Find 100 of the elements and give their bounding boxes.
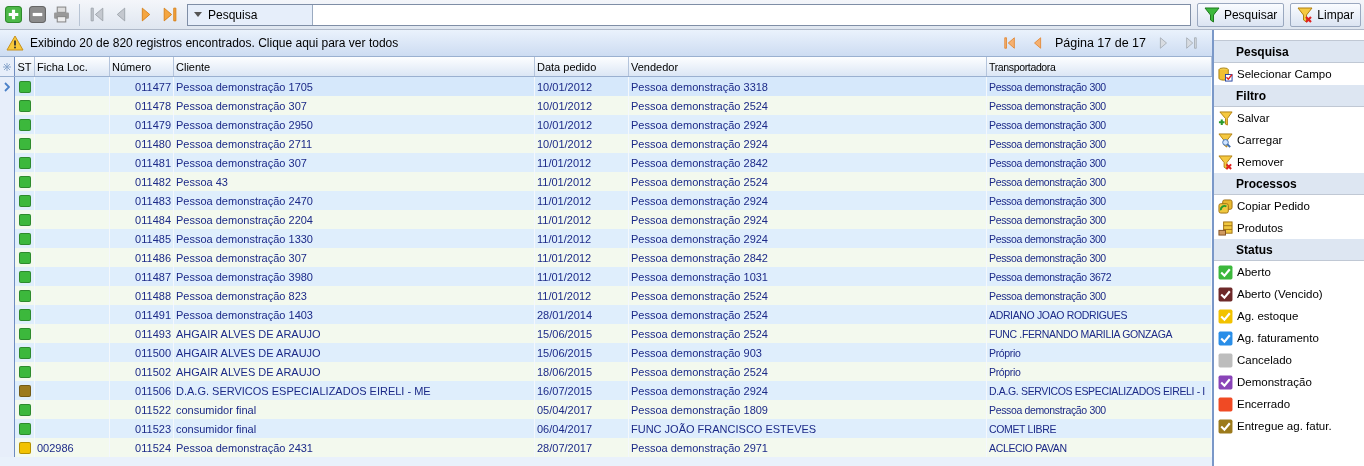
panel-item[interactable]: Cancelado (1214, 349, 1364, 371)
table-cell: Pessoa demonstração 3672 (989, 270, 1112, 283)
status-checkbox[interactable] (1218, 396, 1233, 412)
table-cell: D.A.G. SERVICOS ESPECIALIZADOS EIRELI - ME (176, 384, 431, 397)
table-cell: 011522 (135, 403, 171, 416)
table-cell: Próprio (989, 365, 1021, 378)
asterisk-icon (3, 62, 11, 71)
field-selector[interactable]: Pesquisa (188, 4, 313, 25)
status-checkbox[interactable] (1218, 330, 1233, 346)
panel-item[interactable]: Ag. estoque (1214, 305, 1364, 327)
table-cell: Pessoa demonstração 1809 (631, 403, 768, 416)
panel-item[interactable]: Selecionar Campo (1214, 63, 1364, 85)
table-cell: Pessoa 43 (176, 175, 228, 188)
last-record-icon[interactable] (161, 6, 178, 23)
table-cell: 011524 (135, 441, 171, 454)
table-cell: 18/06/2015 (537, 365, 593, 378)
dropdown-caret-icon[interactable] (194, 11, 202, 18)
table-cell: Pessoa demonstração 2842 (631, 156, 768, 169)
table-cell: COMET LIBRE (989, 422, 1057, 435)
table-cell: 011502 (135, 365, 171, 378)
table-cell: 011486 (135, 251, 171, 264)
column-header[interactable]: Vendedor (629, 57, 987, 76)
table-cell: 11/01/2012 (537, 194, 592, 207)
column-header[interactable]: Transportadora (987, 57, 1212, 76)
table-cell: ACLECIO PAVAN (989, 441, 1067, 454)
table-cell: Pessoa demonstração 823 (176, 289, 307, 302)
table-cell: 28/07/2017 (537, 441, 593, 454)
panel-item[interactable]: Salvar (1214, 107, 1364, 129)
column-header[interactable]: Cliente (174, 57, 535, 76)
panel-item[interactable]: Entregue ag. fatur. (1214, 415, 1364, 437)
table-cell: 11/01/2012 (537, 270, 592, 283)
status-checkbox[interactable] (1218, 352, 1233, 368)
remove-icon[interactable] (29, 6, 46, 23)
table-cell: Pessoa demonstração 2524 (631, 289, 768, 302)
table-cell: 11/01/2012 (537, 175, 592, 188)
table-cell: Pessoa demonstração 2204 (176, 213, 313, 226)
column-header[interactable]: ST (15, 57, 35, 76)
add-icon[interactable] (5, 6, 22, 23)
panel-item[interactable]: Aberto (Vencido) (1214, 283, 1364, 305)
panel-item[interactable]: Copiar Pedido (1214, 195, 1364, 217)
status-checkbox[interactable] (1218, 286, 1233, 302)
funnel-x-icon (1218, 154, 1233, 170)
table-cell: Pessoa demonstração 2524 (631, 327, 768, 340)
table-cell: Pessoa demonstração 903 (631, 346, 762, 359)
printer-icon[interactable] (53, 6, 70, 23)
panel-item[interactable]: Remover (1214, 151, 1364, 173)
search-button[interactable]: Pesquisar (1196, 2, 1285, 27)
status-checkbox[interactable] (1218, 308, 1233, 324)
clear-button[interactable]: Limpar (1290, 2, 1361, 27)
table-cell: Pessoa demonstração 300 (989, 175, 1106, 188)
row-selector[interactable] (0, 77, 15, 96)
table-cell: Pessoa demonstração 2924 (631, 384, 768, 397)
table-cell: 011481 (135, 156, 171, 169)
table-cell: 011493 (135, 327, 171, 340)
table-cell: Pessoa demonstração 307 (176, 99, 307, 112)
panel-item[interactable]: Produtos (1214, 217, 1364, 239)
table-cell: 011491 (135, 308, 171, 321)
table-cell: Pessoa demonstração 300 (989, 137, 1106, 150)
search-field[interactable]: Pesquisa (187, 3, 1191, 26)
section-header: Processos (1214, 173, 1364, 195)
table-cell: 11/01/2012 (537, 251, 592, 264)
table-cell: Pessoa demonstração 1705 (176, 80, 313, 93)
column-header[interactable]: Data pedido (535, 57, 629, 76)
table-cell: Pessoa demonstração 2924 (631, 137, 768, 150)
table-cell: 011488 (135, 289, 171, 302)
table-cell: 011485 (135, 232, 171, 245)
panel-item[interactable]: Carregar (1214, 129, 1364, 151)
panel-item[interactable]: Ag. faturamento (1214, 327, 1364, 349)
table-cell: 011506 (135, 384, 171, 397)
table-cell: consumidor final (176, 422, 257, 435)
column-header[interactable]: Ficha Loc. (35, 57, 110, 76)
panel-item[interactable]: Demonstração (1214, 371, 1364, 393)
column-header[interactable]: Número (110, 57, 174, 76)
table-cell: Pessoa demonstração 3980 (176, 270, 313, 283)
table-cell: 002986 (37, 441, 74, 454)
table-cell: FUNC JOÃO FRANCISCO ESTEVES (631, 422, 817, 435)
table-cell: 011479 (135, 118, 171, 131)
status-checkbox[interactable] (1218, 374, 1233, 390)
section-header: Status (1214, 239, 1364, 261)
table-cell: 28/01/2014 (537, 308, 593, 321)
table-cell: Pessoa demonstração 2842 (631, 251, 768, 264)
status-checkbox[interactable] (1218, 418, 1233, 434)
table-cell: Pessoa demonstração 2924 (631, 213, 768, 226)
panel-item[interactable]: Aberto (1214, 261, 1364, 283)
table-cell: Pessoa demonstração 300 (989, 156, 1106, 169)
table-cell: 011482 (135, 175, 171, 188)
table-cell: ADRIANO JOAO RODRIGUES (989, 308, 1128, 321)
table-cell: 15/06/2015 (537, 346, 593, 359)
boxes-icon (1218, 220, 1233, 236)
table-cell: Pessoa demonstração 1031 (631, 270, 768, 283)
table-cell: Pessoa demonstração 2524 (631, 308, 768, 321)
records-message[interactable]: Exibindo 20 de 820 registros encontrados. Clique aqui para ver todos (30, 36, 399, 50)
table-cell: Pessoa demonstração 2924 (631, 232, 768, 245)
table-cell: Pessoa demonstração 300 (989, 80, 1106, 93)
panel-item[interactable]: Encerrado (1214, 393, 1364, 415)
table-cell: Pessoa demonstração 2924 (631, 118, 768, 131)
table-cell: 011480 (135, 137, 171, 150)
first-page-icon[interactable] (1002, 36, 1017, 50)
status-checkbox[interactable] (1218, 264, 1233, 280)
warning-icon (6, 35, 24, 51)
